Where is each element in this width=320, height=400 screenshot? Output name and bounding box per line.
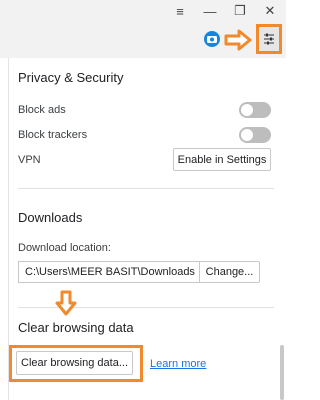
camera-icon[interactable] <box>204 31 220 47</box>
enable-vpn-button[interactable]: Enable in Settings <box>173 148 271 171</box>
annotation-arrow-down-icon <box>55 290 77 316</box>
download-location-field[interactable]: C:\Users\MEER BASIT\Downloads <box>18 261 200 283</box>
clear-data-section-title: Clear browsing data <box>18 320 134 335</box>
annotation-highlight-box <box>9 345 143 382</box>
download-location-label: Download location: <box>18 242 111 254</box>
minimize-icon: — <box>203 3 217 19</box>
panel-scrollbar[interactable] <box>280 345 284 400</box>
maximize-icon: ❐ <box>234 3 246 18</box>
easy-setup-icon <box>264 33 274 45</box>
privacy-section-title: Privacy & Security <box>18 70 124 85</box>
block-ads-label: Block ads <box>18 104 66 116</box>
change-location-button[interactable]: Change... <box>199 261 260 283</box>
downloads-section-title: Downloads <box>18 210 83 225</box>
toggle-knob <box>241 104 253 116</box>
toggle-knob <box>241 129 253 141</box>
menu-glyph: ≡ <box>176 3 184 19</box>
annotation-arrow-right-icon <box>224 29 252 51</box>
close-icon: ✕ <box>264 3 276 18</box>
minimize-button[interactable]: — <box>196 0 224 22</box>
block-ads-toggle[interactable] <box>239 102 271 118</box>
block-trackers-toggle[interactable] <box>239 127 271 143</box>
vpn-label: VPN <box>18 154 41 166</box>
menu-icon[interactable]: ≡ <box>166 0 194 22</box>
maximize-button[interactable]: ❐ <box>226 0 254 22</box>
block-trackers-label: Block trackers <box>18 129 88 141</box>
section-divider <box>18 188 274 189</box>
learn-more-link[interactable]: Learn more <box>150 358 206 370</box>
easy-setup-button[interactable] <box>256 24 282 54</box>
close-button[interactable]: ✕ <box>256 0 284 22</box>
